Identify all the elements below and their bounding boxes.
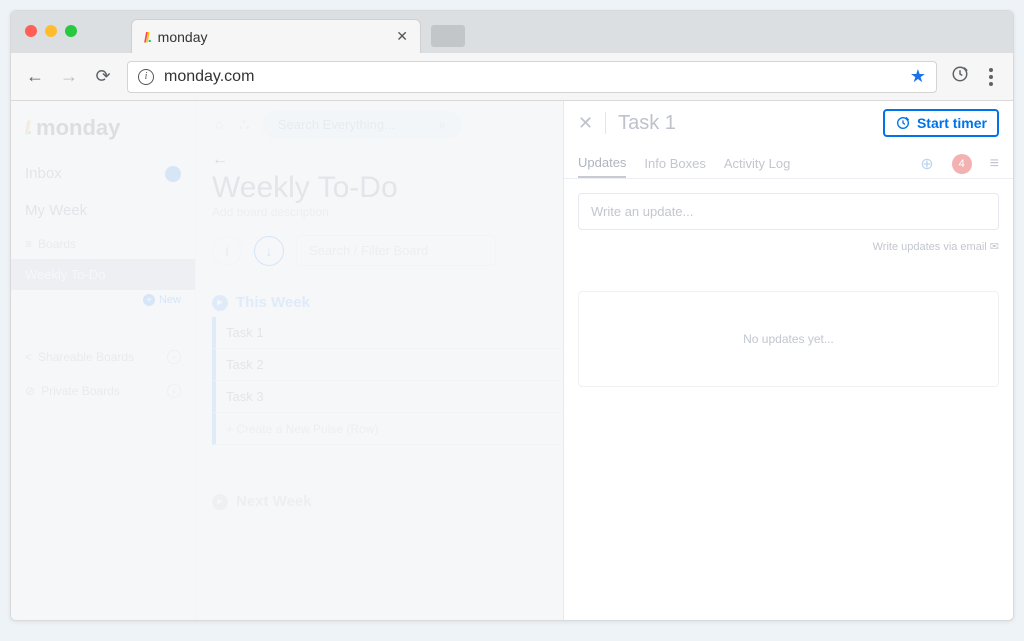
- write-update-input[interactable]: Write an update...: [578, 193, 999, 230]
- site-info-icon[interactable]: i: [138, 69, 154, 85]
- start-timer-label: Start timer: [917, 115, 987, 131]
- dim-overlay: [11, 101, 563, 620]
- tab-activity-log[interactable]: Activity Log: [724, 150, 790, 177]
- tab-updates[interactable]: Updates: [578, 149, 626, 178]
- email-hint[interactable]: Write updates via email ✉: [578, 240, 999, 253]
- address-bar: ← → ⟳ i monday.com ★: [11, 53, 1013, 101]
- bookmark-star-icon[interactable]: ★: [910, 66, 926, 87]
- panel-tabs: Updates Info Boxes Activity Log ⊕ 4 ≡: [564, 145, 1013, 179]
- browser-menu-button[interactable]: [983, 68, 999, 86]
- close-panel-button[interactable]: ✕: [578, 113, 593, 134]
- window-controls: [25, 25, 77, 37]
- tab-info-boxes[interactable]: Info Boxes: [644, 150, 705, 177]
- email-icon: ✉: [990, 241, 999, 253]
- minimize-window-button[interactable]: [45, 25, 57, 37]
- forward-button[interactable]: →: [59, 66, 79, 87]
- maximize-window-button[interactable]: [65, 25, 77, 37]
- browser-window: //. monday ✕ ← → ⟳ i monday.com ★ //. mo…: [10, 10, 1014, 621]
- reload-button[interactable]: ⟳: [93, 66, 113, 87]
- clockify-extension-icon[interactable]: [951, 65, 969, 88]
- close-window-button[interactable]: [25, 25, 37, 37]
- back-button[interactable]: ←: [25, 66, 45, 87]
- add-button[interactable]: ⊕: [920, 154, 933, 174]
- no-updates-placeholder: No updates yet...: [578, 291, 999, 387]
- url-field[interactable]: i monday.com ★: [127, 61, 937, 93]
- tab-bar: //. monday ✕: [11, 11, 1013, 53]
- new-tab-button[interactable]: [431, 25, 465, 47]
- close-tab-button[interactable]: ✕: [396, 28, 408, 45]
- task-side-panel: ✕ Task 1 Start timer Updates Info Boxes …: [563, 101, 1013, 620]
- favicon-icon: //.: [144, 29, 150, 45]
- start-timer-button[interactable]: Start timer: [883, 109, 999, 137]
- panel-body: Write an update... Write updates via ema…: [564, 179, 1013, 401]
- tab-title: monday: [158, 29, 389, 45]
- divider: [605, 112, 606, 134]
- count-badge: 4: [952, 154, 972, 174]
- url-text: monday.com: [164, 68, 900, 86]
- list-menu-icon[interactable]: ≡: [990, 155, 999, 173]
- page-viewport: //. monday Inbox My Week ≡ Boards Weekly…: [11, 101, 1013, 620]
- panel-title: Task 1: [618, 112, 871, 135]
- browser-tab[interactable]: //. monday ✕: [131, 19, 421, 53]
- panel-header: ✕ Task 1 Start timer: [564, 101, 1013, 145]
- clock-icon: [895, 115, 911, 131]
